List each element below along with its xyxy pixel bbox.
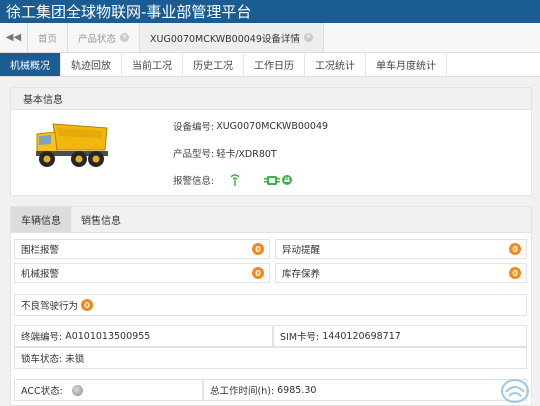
subtab-history-condition[interactable]: 历史工况 xyxy=(183,53,244,76)
vehicle-info-panel: 车辆信息 销售信息 围栏报警 0 异动提醒 0 机械报警 0 库存保养 0 不良… xyxy=(10,206,532,406)
bad-driving-label: 不良驾驶行为 xyxy=(21,301,79,312)
acc-status-indicator-icon xyxy=(71,384,83,396)
subtab-current-condition[interactable]: 当前工况 xyxy=(122,53,183,76)
lock-status-row: 锁车状态: 未锁 xyxy=(14,347,527,369)
device-number-row: 设备编号: XUG0070MCKWB00049 xyxy=(173,119,329,134)
tab-label: XUG0070MCKWB00049设备详情 xyxy=(150,33,300,45)
lock-status-value: 未锁 xyxy=(65,354,85,365)
lock-status-label: 锁车状态: xyxy=(21,354,63,365)
subtab-track-playback[interactable]: 轨迹回放 xyxy=(61,53,122,76)
machine-alarm-label: 机械报警 xyxy=(21,269,60,280)
machine-alarm-count-badge: 0 xyxy=(252,267,264,279)
alarm-info-label: 报警信息: xyxy=(173,176,215,187)
total-work-time-cell: 总工作时间(h): 6985.30 xyxy=(203,379,527,401)
tab-label: 产品状态 xyxy=(78,33,117,45)
model-label: 产品型号: xyxy=(173,149,215,160)
tab-vehicle-info[interactable]: 车辆信息 xyxy=(11,207,71,232)
sim-number-value: 1440120698717 xyxy=(322,330,401,342)
tab-product-status[interactable]: 产品状态 ✕ xyxy=(68,23,141,52)
bad-driving-count-badge: 0 xyxy=(81,299,94,311)
terminal-number-cell: 终端编号: A0101013500955 xyxy=(14,325,273,347)
model-row: 产品型号: 轻卡/XDR80T xyxy=(173,146,277,160)
fence-alarm-count-badge: 0 xyxy=(252,243,264,255)
abnormal-movement-box[interactable]: 异动提醒 0 xyxy=(275,239,527,259)
close-icon[interactable]: ✕ xyxy=(120,33,130,42)
terminal-number-label: 终端编号: xyxy=(21,332,63,343)
sim-number-cell: SIM卡号: 1440120698717 xyxy=(273,325,527,347)
vehicle-info-tabs: 车辆信息 销售信息 xyxy=(11,207,531,233)
abnormal-movement-label: 异动提醒 xyxy=(282,245,321,256)
tab-device-detail[interactable]: XUG0070MCKWB00049设备详情 ✕ xyxy=(140,23,324,52)
dump-truck-image xyxy=(36,123,108,167)
device-number-value: XUG0070MCKWB00049 xyxy=(216,120,329,132)
subtab-condition-stats[interactable]: 工况统计 xyxy=(305,53,366,76)
terminal-number-value: A0101013500955 xyxy=(65,330,151,342)
acc-status-cell: ACC状态: xyxy=(14,379,203,401)
app-title: 徐工集团全球物联网-事业部管理平台 xyxy=(0,0,540,23)
abnormal-movement-count-badge: 0 xyxy=(509,243,521,255)
inventory-maintenance-box[interactable]: 库存保养 0 xyxy=(275,263,527,283)
tab-scroll-left-icon[interactable]: ◀◀ xyxy=(0,23,28,52)
total-work-time-value: 6985.30 xyxy=(277,384,317,396)
fence-alarm-box[interactable]: 围栏报警 0 xyxy=(14,239,270,259)
subtab-machine-overview[interactable]: 机械概况 xyxy=(0,53,61,76)
model-value: 轻卡/XDR80T xyxy=(216,149,277,160)
bad-driving-row[interactable]: 不良驾驶行为 0 xyxy=(14,294,527,316)
acc-status-label: ACC状态: xyxy=(21,386,63,397)
floating-logo-icon[interactable] xyxy=(500,378,530,404)
device-number-label: 设备编号: xyxy=(173,122,215,133)
sim-number-label: SIM卡号: xyxy=(280,332,320,343)
gps-module-icon xyxy=(264,176,281,185)
signal-antenna-icon xyxy=(230,174,240,186)
subtab-work-calendar[interactable]: 工作日历 xyxy=(244,53,305,76)
subtab-monthly-stats[interactable]: 单车月度统计 xyxy=(366,53,447,76)
basic-info-header: 基本信息 xyxy=(11,88,531,110)
inventory-maintenance-count-badge: 0 xyxy=(509,267,521,279)
tab-label: 首页 xyxy=(38,33,58,45)
tab-home[interactable]: 首页 xyxy=(28,23,69,52)
power-plug-icon xyxy=(282,175,293,185)
fence-alarm-label: 围栏报警 xyxy=(21,245,60,256)
basic-info-panel: 基本信息 设备编号: XUG0070MCKWB00049 产品型号: 轻卡/XD… xyxy=(10,87,532,196)
tab-sales-info[interactable]: 销售信息 xyxy=(71,207,131,232)
page-tab-bar: ◀◀ 首页 产品状态 ✕ XUG0070MCKWB00049设备详情 ✕ xyxy=(0,23,540,53)
inventory-maintenance-label: 库存保养 xyxy=(282,269,321,280)
detail-subtabs: 机械概况 轨迹回放 当前工况 历史工况 工作日历 工况统计 单车月度统计 xyxy=(0,53,540,77)
close-icon[interactable]: ✕ xyxy=(303,33,313,42)
machine-alarm-box[interactable]: 机械报警 0 xyxy=(14,263,270,283)
alarm-info-row: 报警信息: xyxy=(173,173,293,187)
total-work-time-label: 总工作时间(h): xyxy=(210,386,275,397)
